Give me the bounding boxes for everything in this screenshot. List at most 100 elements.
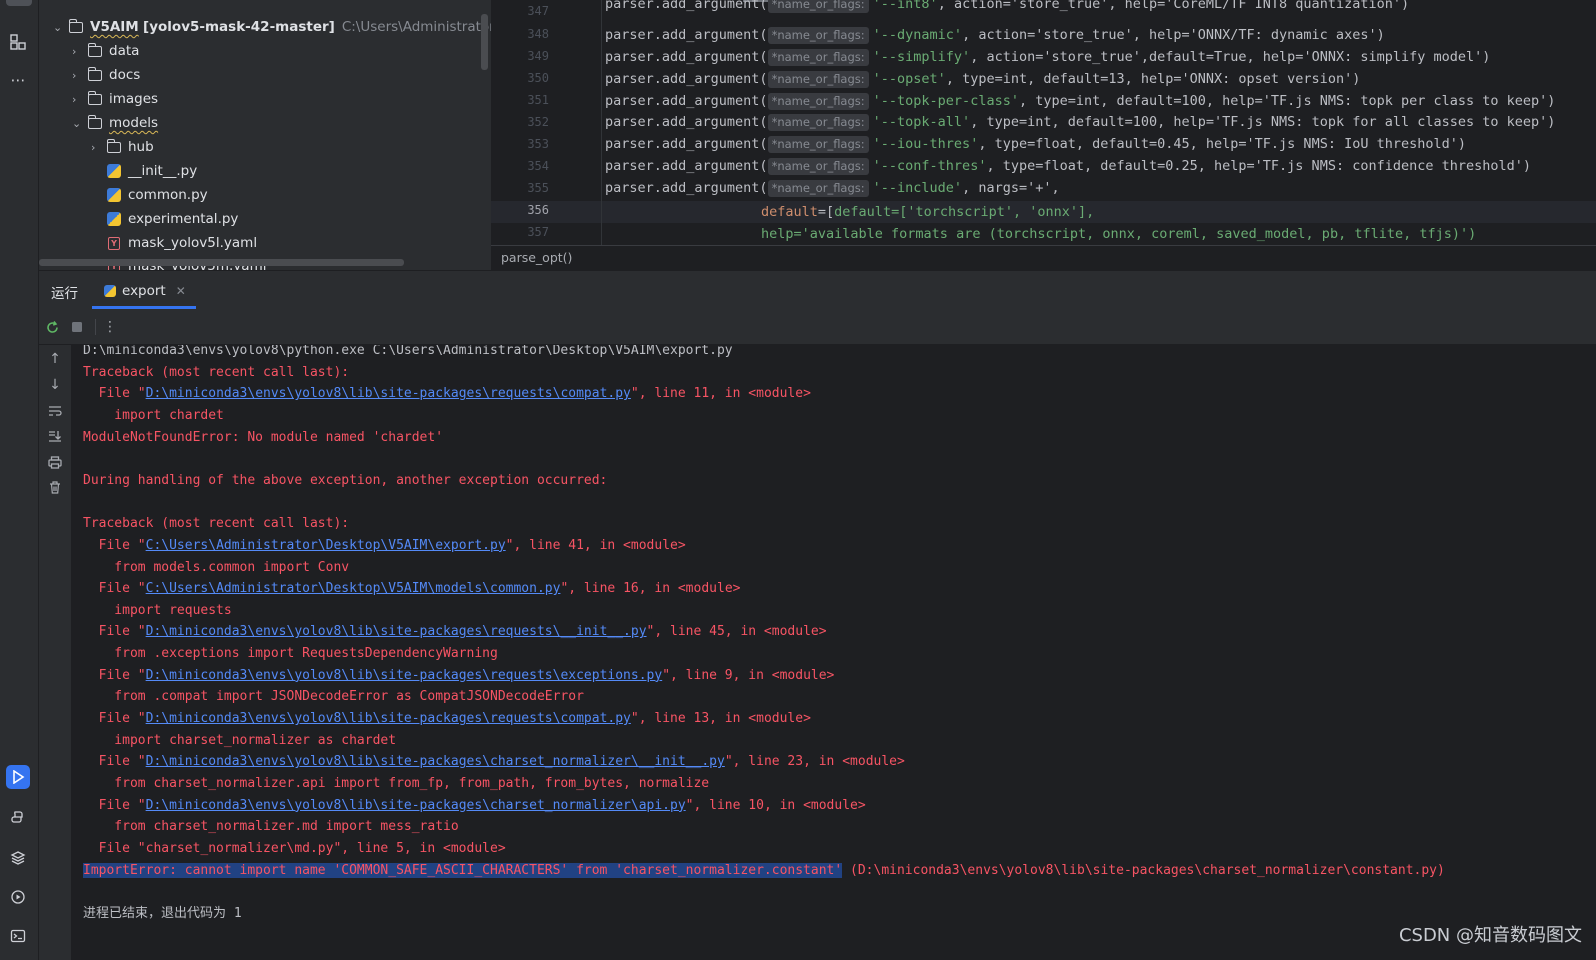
tree-item-common-py[interactable]: common.py [105,184,208,206]
console-line: import charset_normalizer as chardet [83,732,397,748]
arrow-down-icon[interactable]: ↓ [44,374,66,396]
soft-wrap-icon[interactable] [44,400,66,422]
tree-vertical-scrollbar[interactable] [481,14,488,70]
more-tools-icon[interactable]: ⋯ [6,68,30,92]
run-tool-icon[interactable] [6,765,30,789]
file-link[interactable]: D:\miniconda3\envs\yolov8\lib\site-packa… [146,668,663,683]
tree-item-images[interactable]: › images [72,88,158,110]
watermark: CSDN @知音数码图文 [1398,925,1582,946]
chevron-right-icon[interactable]: › [72,93,86,106]
console-line: ImportError: cannot import name 'COMMON_… [83,862,1445,878]
code-line: parser.add_argument(*name_or_flags: '--to… [605,90,1555,112]
line-number: 348 [527,27,549,41]
console-output[interactable]: D:\miniconda3\envs\yolov8\python.exe C:\… [71,345,1596,960]
tree-item-experimental-py[interactable]: experimental.py [105,208,238,230]
chevron-down-icon[interactable]: ⌄ [53,21,67,34]
file-link[interactable]: C:\Users\Administrator\Desktop\V5AIM\exp… [146,538,506,553]
code-args: , action='store_true',default=True, help… [970,49,1491,65]
console-line: File "D:\miniconda3\envs\yolov8\lib\site… [83,754,905,770]
code-text: help='available formats are (torchscript… [761,226,1477,242]
rerun-icon[interactable] [41,317,63,337]
python-console-icon[interactable] [6,806,30,830]
console-line: File "D:\miniconda3\envs\yolov8\lib\site… [83,667,835,683]
trash-icon[interactable] [44,476,66,498]
file-link[interactable]: D:\miniconda3\envs\yolov8\lib\site-packa… [146,798,686,813]
tree-item-mask-yolov5l-yaml[interactable]: Y mask_yolov5l.yaml [105,232,257,254]
terminal-icon[interactable] [6,924,30,948]
print-icon[interactable] [44,451,66,473]
more-options-icon[interactable]: ⋮ [99,317,121,337]
tree-item-hub[interactable]: › hub [91,136,154,158]
console-line: File "D:\miniconda3\envs\yolov8\lib\site… [83,386,811,402]
chevron-down-icon[interactable]: ⌄ [72,117,86,130]
tree-item-label: experimental.py [128,211,239,227]
yaml-file-icon: Y [105,235,123,251]
tab-export[interactable]: export ✕ [92,271,198,311]
tree-item-models[interactable]: ⌄ models [72,112,158,134]
tree-item-label: hub [128,139,154,155]
tree-item-data[interactable]: › data [72,40,139,62]
code-line: parser.add_argument(*name_or_flags: '--to… [605,111,1555,133]
activity-bar: ⋯ [0,0,39,960]
code-args: , type=int, default=100, help='TF.js NMS… [970,114,1556,130]
stop-icon[interactable] [66,317,88,337]
python-packages-icon[interactable] [6,846,30,870]
structure-icon[interactable] [6,30,30,54]
folder-icon [105,138,123,155]
code-call: parser.add_argument( [605,158,768,174]
console-line: File "charset_normalizer\md.py", line 5,… [83,840,506,856]
console-line: from charset_normalizer.api import from_… [83,776,710,791]
parameter-hint: *name_or_flags: [767,27,869,44]
parameter-hint: *name_or_flags: [767,93,869,110]
chevron-right-icon[interactable]: › [72,69,86,82]
code-editor[interactable]: 347 348 349 350 351 352 353 354 355 356 … [491,0,1596,270]
console-line: During handling of the above exception, … [83,472,608,488]
tree-item-label: mask_yolov5l.yaml [128,235,258,251]
console-line: Traceback (most recent call last): [83,516,350,532]
arrow-up-icon[interactable]: ↑ [44,348,66,370]
selected-error-text[interactable]: ImportError: cannot import name 'COMMON_… [83,862,843,878]
breadcrumb[interactable]: parse_opt() [491,245,1596,270]
code-flag: '--dynamic' [872,27,963,43]
tab-export-label: export [122,283,166,299]
code-line: parser.add_argument(*name_or_flags: '--io… [605,133,1466,155]
file-link[interactable]: D:\miniconda3\envs\yolov8\lib\site-packa… [146,711,631,726]
tree-item-init-py[interactable]: __init__.py [105,160,197,182]
indent-guide [601,0,602,245]
tree-item-docs[interactable]: › docs [72,64,140,86]
file-link[interactable]: C:\Users\Administrator\Desktop\V5AIM\mod… [146,581,561,596]
chevron-right-icon[interactable]: › [72,45,86,58]
code-call: parser.add_argument( [605,27,768,43]
console-line: File "D:\miniconda3\envs\yolov8\lib\site… [83,711,811,727]
file-link[interactable]: D:\miniconda3\envs\yolov8\lib\site-packa… [146,624,647,639]
console-line: Traceback (most recent call last): [83,364,350,380]
scroll-to-end-icon[interactable] [44,425,66,447]
close-icon[interactable]: ✕ [176,284,186,298]
parameter-hint: *name_or_flags: [767,71,869,88]
code-flag: '--topk-per-class' [872,93,1019,109]
code-line: parser.add_argument(*name_or_flags: '--in… [605,0,1409,15]
python-file-icon [105,187,123,203]
tree-item-label: docs [109,67,141,83]
code-line: parser.add_argument(*name_or_flags: '--dy… [605,24,1385,46]
code-args: , type=float, default=0.25, help='TF.js … [986,158,1532,174]
code-flag: '--opset' [872,71,946,87]
console-line: D:\miniconda3\envs\yolov8\python.exe C:\… [83,345,733,358]
line-number: 351 [527,93,549,107]
console-line: File "D:\miniconda3\envs\yolov8\lib\site… [83,797,866,813]
code-call: parser.add_argument( [605,136,768,152]
services-icon[interactable] [6,885,30,909]
tree-root[interactable]: ⌄ V5AIM [yolov5-mask-42-master] C:\Users… [53,16,491,38]
parameter-hint: *name_or_flags: [767,136,869,153]
file-link[interactable]: D:\miniconda3\envs\yolov8\lib\site-packa… [146,754,725,769]
line-number: 355 [527,181,549,195]
activity-top-indicator [6,0,32,6]
code-call: parser.add_argument( [605,0,768,12]
file-link[interactable]: D:\miniconda3\envs\yolov8\lib\site-packa… [146,386,631,401]
tree-horizontal-scrollbar[interactable] [39,259,404,266]
line-number: 347 [527,4,549,18]
chevron-right-icon[interactable]: › [91,141,105,154]
tree-item-label: models [109,115,159,131]
folder-icon [86,90,104,107]
code-call: parser.add_argument( [605,93,768,109]
